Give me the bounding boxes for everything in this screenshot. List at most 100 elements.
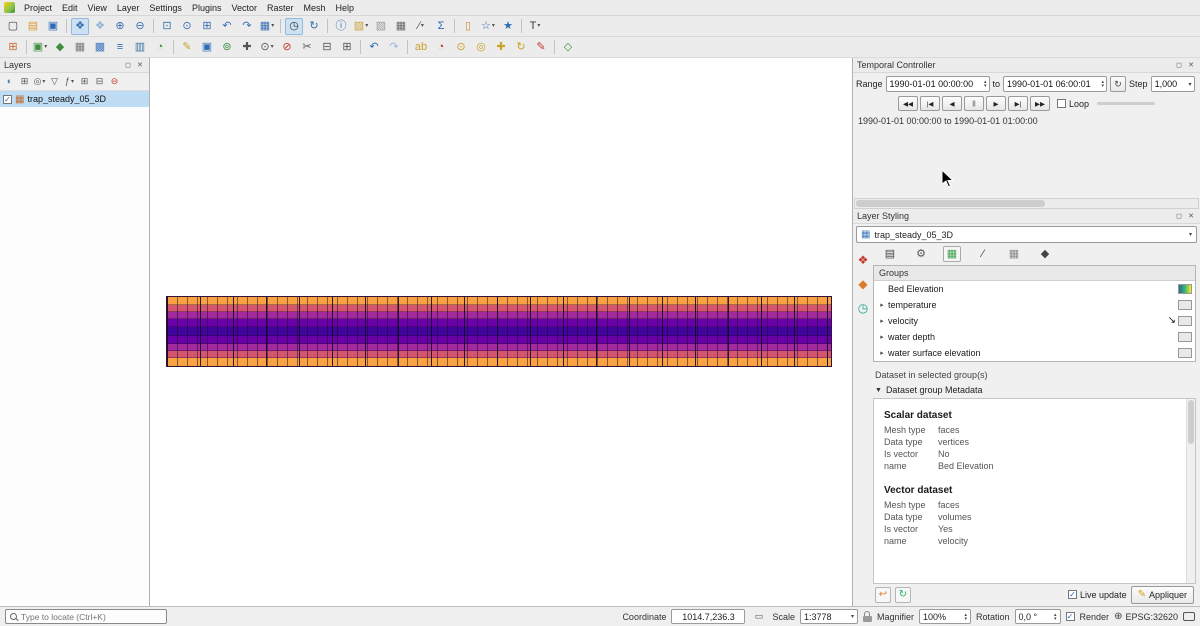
coordinate-input[interactable] <box>671 609 745 624</box>
menu-view[interactable]: View <box>83 2 112 14</box>
tab-vectors-icon[interactable]: ∕ <box>974 246 992 262</box>
rotate-label-icon[interactable]: ↻ <box>512 39 530 56</box>
deselect-features-icon[interactable]: ▧ <box>372 18 390 35</box>
manage-map-themes-icon[interactable]: ◎▾ <box>32 74 47 89</box>
range-end-input[interactable]: 1990-01-01 06:00:01 ▴▾ <box>1003 76 1107 92</box>
expand-chevron-icon[interactable]: ▸ <box>878 333 886 341</box>
step-back-button[interactable]: ◀ <box>942 96 962 111</box>
scale-combo[interactable]: 1:3778 ▾ <box>800 609 858 624</box>
spinner-arrows-icon[interactable]: ▴▾ <box>964 613 967 621</box>
tab-datasets-icon[interactable]: ▤ <box>881 246 899 262</box>
pan-map-icon[interactable]: ❖ <box>71 18 89 35</box>
elevation-tab-icon[interactable]: ◆ <box>858 277 867 291</box>
filter-by-expression-icon[interactable]: ƒ▾ <box>62 74 77 89</box>
collapse-all-icon[interactable]: ⊟ <box>92 74 107 89</box>
add-raster-layer-icon[interactable]: ▦ <box>71 39 89 56</box>
paste-features-icon[interactable]: ⊞ <box>338 39 356 56</box>
messages-icon[interactable] <box>1183 612 1195 621</box>
menu-vector[interactable]: Vector <box>226 2 262 14</box>
group-item[interactable]: ▸temperature <box>874 297 1195 313</box>
menu-plugins[interactable]: Plugins <box>187 2 227 14</box>
symbology-tab-icon[interactable]: ❖ <box>858 253 869 267</box>
copy-features-icon[interactable]: ⊟ <box>318 39 336 56</box>
map-canvas[interactable] <box>150 58 852 606</box>
expand-chevron-icon[interactable]: ▸ <box>878 317 886 325</box>
pause-button[interactable]: || <box>964 96 984 111</box>
map-tips-icon[interactable]: ▯ <box>459 18 477 35</box>
layer-checkbox[interactable]: ✓ <box>3 95 12 104</box>
spinner-arrows-icon[interactable]: ▴▾ <box>1054 613 1057 621</box>
tab-contours-icon[interactable]: ▦ <box>943 246 961 262</box>
open-project-icon[interactable]: ▤ <box>24 18 42 35</box>
refresh-map-icon[interactable]: ↻ <box>305 18 323 35</box>
styling-layer-selector[interactable]: ▦ trap_steady_05_3D ▾ <box>856 226 1197 243</box>
menu-mesh[interactable]: Mesh <box>299 2 331 14</box>
close-panel-icon[interactable]: ✕ <box>1186 212 1196 220</box>
spinner-arrows-icon[interactable]: ▴▾ <box>984 80 987 88</box>
scrollbar-thumb[interactable] <box>1188 400 1194 444</box>
select-features-icon[interactable]: ▧▾ <box>352 18 370 35</box>
pan-to-selection-icon[interactable]: ❖ <box>91 18 109 35</box>
step-input[interactable]: 1,000 ▾ <box>1151 76 1195 92</box>
undock-panel-icon[interactable]: ◻ <box>1174 61 1184 69</box>
rotation-spinbox[interactable]: 0,0 ° ▴▾ <box>1015 609 1061 624</box>
mesh-digitizing-icon[interactable]: ◇ <box>559 39 577 56</box>
temporal-controller-icon[interactable]: ◷ <box>285 18 303 35</box>
add-feature-icon[interactable]: ⊚ <box>218 39 236 56</box>
skip-to-end-button[interactable]: ▶| <box>1008 96 1028 111</box>
new-map-view-icon[interactable]: ▦▾ <box>258 18 276 35</box>
vertex-tool-icon[interactable]: ⊙▾ <box>258 39 276 56</box>
open-layer-styling-icon[interactable]: ◐ <box>2 74 17 89</box>
add-postgis-layer-icon[interactable]: ▥ <box>131 39 149 56</box>
tab-3d-icon[interactable]: ◆ <box>1036 246 1054 262</box>
tab-mesh-frame-icon[interactable]: ▦ <box>1005 246 1023 262</box>
new-bookmark-icon[interactable]: ☆▾ <box>479 18 497 35</box>
cut-features-icon[interactable]: ✂ <box>298 39 316 56</box>
zoom-full-icon[interactable]: ⊡ <box>158 18 176 35</box>
expand-chevron-icon[interactable]: ▸ <box>878 301 886 309</box>
toggle-editing-icon[interactable]: ✎ <box>178 39 196 56</box>
expand-all-icon[interactable]: ⊞ <box>77 74 92 89</box>
undock-panel-icon[interactable]: ◻ <box>123 61 133 69</box>
menu-raster[interactable]: Raster <box>262 2 299 14</box>
zoom-to-layer-icon[interactable]: ⊞ <box>198 18 216 35</box>
save-layer-edits-icon[interactable]: ▣ <box>198 39 216 56</box>
temporal-slider[interactable] <box>1097 102 1155 105</box>
add-mesh-layer-icon[interactable]: ▩ <box>91 39 109 56</box>
group-item[interactable]: ▸water surface elevation <box>874 345 1195 361</box>
data-source-manager-icon[interactable]: ⊞ <box>4 39 22 56</box>
menu-edit[interactable]: Edit <box>57 2 83 14</box>
pin-labels-icon[interactable]: ⊙ <box>452 39 470 56</box>
move-feature-icon[interactable]: ✚ <box>238 39 256 56</box>
group-item[interactable]: ▸velocity↘ <box>874 313 1195 329</box>
statistical-summary-icon[interactable]: Σ <box>432 18 450 35</box>
expand-chevron-icon[interactable]: ▸ <box>878 349 886 357</box>
add-wms-layer-icon[interactable]: ◔ <box>151 39 169 56</box>
loop-checkbox[interactable] <box>1057 99 1066 108</box>
text-annotation-icon[interactable]: T▾ <box>526 18 544 35</box>
save-project-icon[interactable]: ▣ <box>44 18 62 35</box>
fast-forward-button[interactable]: ▶▶ <box>1030 96 1050 111</box>
new-project-icon[interactable]: ▢ <box>4 18 22 35</box>
menu-settings[interactable]: Settings <box>144 2 187 14</box>
menu-project[interactable]: Project <box>19 2 57 14</box>
move-label-icon[interactable]: ✚ <box>492 39 510 56</box>
filter-legend-icon[interactable]: ▽ <box>47 74 62 89</box>
magnifier-spinbox[interactable]: 100% ▴▾ <box>919 609 971 624</box>
identify-features-icon[interactable]: ⓘ <box>332 18 350 35</box>
lock-scale-icon[interactable] <box>863 611 872 622</box>
live-update-checkbox[interactable]: ✓ <box>1068 590 1077 599</box>
reset-style-icon[interactable]: ↩ <box>875 587 891 603</box>
tab-settings-icon[interactable]: ⚙ <box>912 246 930 262</box>
add-vector-layer-icon[interactable]: ◆ <box>51 39 69 56</box>
crs-status[interactable]: ⊕ EPSG:32620 <box>1114 611 1178 622</box>
render-checkbox[interactable]: ✓ <box>1066 612 1075 621</box>
new-geopackage-layer-icon[interactable]: ▣▾ <box>31 39 49 56</box>
vertical-scrollbar[interactable] <box>1186 399 1195 583</box>
range-start-input[interactable]: 1990-01-01 00:00:00 ▴▾ <box>886 76 990 92</box>
delete-selected-icon[interactable]: ⊘ <box>278 39 296 56</box>
highlight-labels-icon[interactable]: ◎ <box>472 39 490 56</box>
layer-item[interactable]: ✓▦trap_steady_05_3D <box>0 91 149 107</box>
show-bookmarks-icon[interactable]: ★ <box>499 18 517 35</box>
open-attribute-table-icon[interactable]: ▦ <box>392 18 410 35</box>
